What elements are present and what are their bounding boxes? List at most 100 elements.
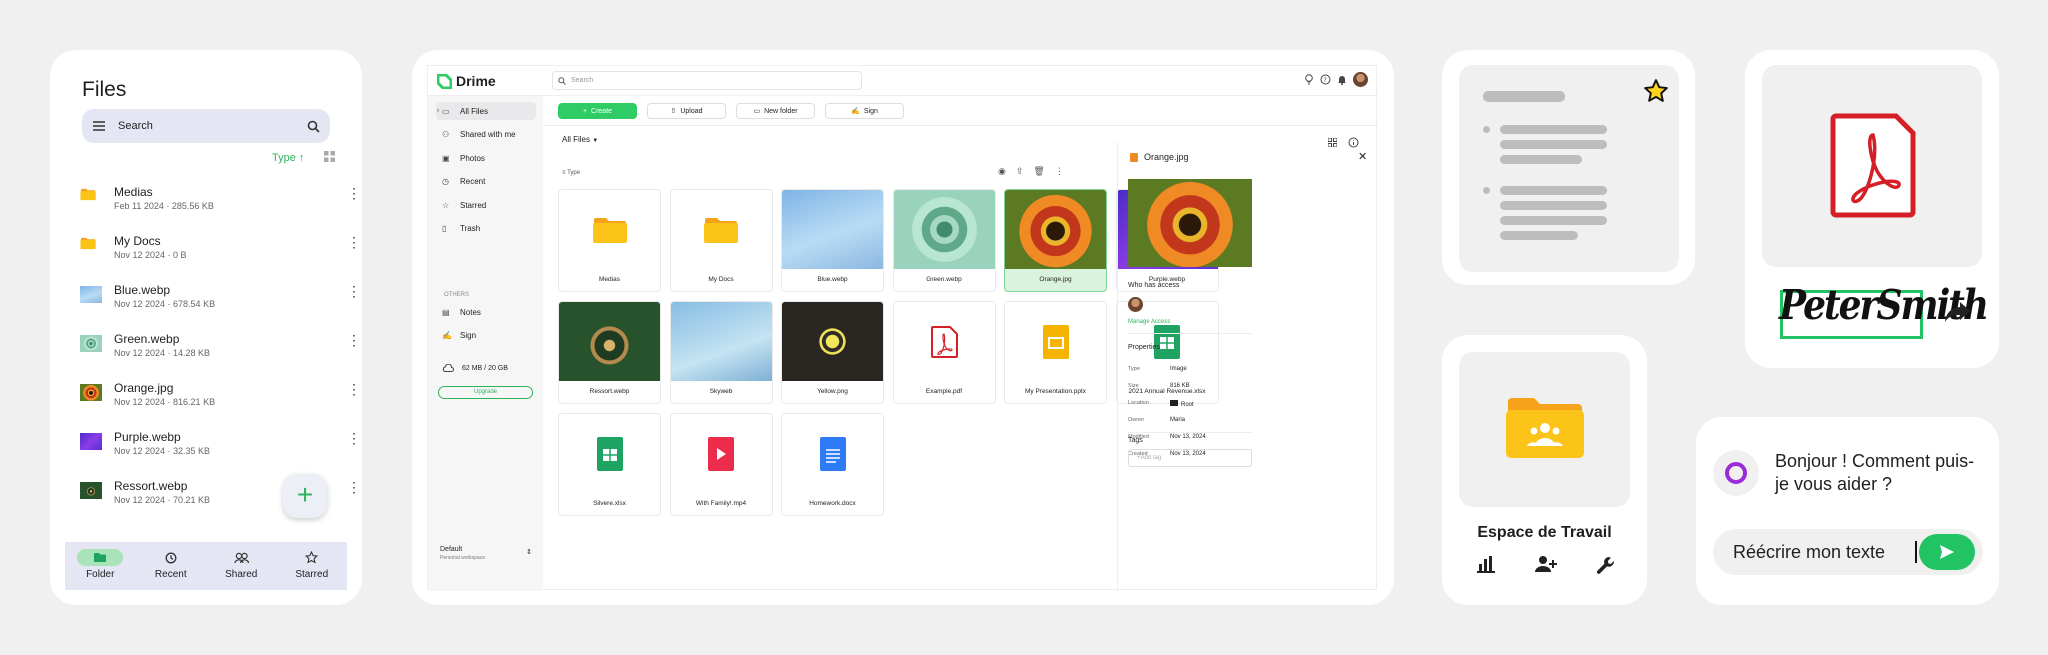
property-key: Location (1128, 400, 1149, 406)
tile-label: Skyweb (709, 388, 733, 395)
forward-arrow-icon[interactable] (1944, 300, 1972, 324)
signature-card: PeterSmith (1745, 50, 1999, 368)
list-item[interactable]: Green.webp Nov 12 2024 · 14.28 KB ⋮ (80, 327, 361, 367)
tag-input[interactable]: +Add tag (1128, 449, 1252, 467)
new-folder-button[interactable]: ▭ New folder (736, 103, 815, 119)
search-icon[interactable] (307, 120, 320, 133)
more-icon[interactable]: ⋮ (347, 431, 361, 445)
file-tile[interactable]: Example.pdf (892, 301, 996, 404)
file-tile[interactable]: Silvere.xlsx (558, 413, 661, 516)
star-icon[interactable] (1643, 78, 1669, 104)
nav-shared[interactable]: Shared (206, 542, 277, 590)
file-tile[interactable]: Homework.docx (781, 413, 884, 516)
file-meta: Nov 12 2024 · 14.28 KB (114, 348, 211, 358)
lightbulb-icon[interactable] (1304, 74, 1314, 85)
chat-input-text[interactable]: Réécrire mon texte (1733, 542, 1885, 563)
manage-access-link[interactable]: Manage Access (1128, 319, 1170, 325)
document-card (1442, 50, 1695, 285)
search-input[interactable]: Search (118, 120, 307, 132)
file-tile[interactable]: Yellow.png (781, 301, 884, 404)
eye-icon[interactable]: ◉ (998, 166, 1006, 177)
upload-label: Upload (680, 107, 703, 115)
trash-icon: ▯ (442, 224, 447, 233)
sign-button[interactable]: ✍ Sign (825, 103, 904, 119)
assistant-icon (1713, 450, 1759, 496)
sidebar-item-starred[interactable]: ☆ Starred (436, 196, 536, 214)
add-button[interactable]: + (283, 474, 327, 518)
file-tile[interactable]: Skyweb (669, 301, 773, 404)
chart-icon[interactable] (1476, 555, 1496, 573)
add-user-icon[interactable] (1534, 555, 1558, 573)
sidebar-item-shared-with-me[interactable]: ⚇ Shared with me (436, 126, 536, 144)
menu-icon[interactable] (92, 120, 106, 132)
more-icon[interactable]: ⋮ (347, 382, 361, 396)
avatar[interactable] (1353, 72, 1368, 87)
sidebar-item-label: All Files (460, 106, 489, 116)
nav-starred[interactable]: Starred (277, 542, 348, 590)
chat-input[interactable]: Réécrire mon texte (1713, 529, 1983, 575)
more-icon[interactable]: ⋮ (347, 480, 361, 494)
property-value: Nov 13, 2024 (1170, 434, 1206, 440)
file-tile[interactable]: Green.webp (892, 189, 996, 292)
upgrade-button[interactable]: Upgrade (438, 386, 533, 399)
sort-control[interactable]: ≡ Type (562, 170, 580, 176)
close-icon[interactable]: ✕ (1358, 150, 1367, 163)
breadcrumb[interactable]: All Files ▼ (562, 135, 598, 144)
bullet (1483, 126, 1490, 133)
folder-icon (704, 217, 738, 243)
star-icon: ☆ (442, 200, 450, 210)
help-icon[interactable]: ? (1320, 74, 1331, 85)
clock-icon (136, 549, 207, 566)
file-tile[interactable]: Ressort.webp (558, 301, 661, 404)
send-button[interactable] (1919, 534, 1975, 570)
file-tile[interactable]: My Presentation.pptx (1004, 301, 1107, 404)
wrench-icon[interactable] (1596, 555, 1616, 575)
grid-view-icon[interactable] (324, 151, 335, 162)
text-line (1500, 155, 1582, 164)
sidebar-item-recent[interactable]: ◷ Recent (436, 173, 536, 191)
divider (1128, 333, 1252, 334)
breadcrumb-label: All Files (562, 135, 591, 144)
file-tile[interactable]: Medias (558, 189, 661, 292)
search-bar[interactable]: Search (82, 109, 330, 143)
storage-quota: 62 MB / 20 GB (442, 364, 508, 372)
nav-recent[interactable]: Recent (136, 542, 207, 590)
bell-icon[interactable] (1337, 74, 1347, 85)
file-tile[interactable]: With Family!.mp4 (669, 413, 773, 516)
share-icon[interactable]: ⇪ (1016, 166, 1024, 177)
more-icon[interactable]: ⋮ (347, 186, 361, 200)
sort-button[interactable]: Type ↑ (272, 152, 304, 164)
nav-folder[interactable]: Folder (65, 542, 136, 590)
list-item[interactable]: My Docs Nov 12 2024 · 0 B ⋮ (80, 229, 361, 269)
sidebar-item-all-files[interactable]: › ▭ All Files (436, 102, 536, 120)
workspace-switcher[interactable]: Default Personal workspace ⇕ (440, 546, 532, 561)
more-icon[interactable]: ⋮ (1055, 166, 1064, 177)
more-icon[interactable]: ⋮ (347, 235, 361, 249)
sidebar-item-photos[interactable]: ▣ Photos (436, 149, 536, 167)
list-item[interactable]: Purple.webp Nov 12 2024 · 32.35 KB ⋮ (80, 425, 361, 465)
list-item[interactable]: Blue.webp Nov 12 2024 · 678.54 KB ⋮ (80, 278, 361, 318)
more-icon[interactable]: ⋮ (347, 333, 361, 347)
tile-thumbnail (1005, 190, 1106, 269)
sidebar-item-notes[interactable]: ▤ Notes (436, 303, 536, 321)
sidebar-item-sign[interactable]: ✍ Sign (436, 327, 536, 345)
list-item[interactable]: Orange.jpg Nov 12 2024 · 816.21 KB ⋮ (80, 376, 361, 416)
tile-thumbnail (1005, 302, 1106, 381)
file-tile[interactable]: Blue.webp (781, 189, 884, 292)
trash-icon[interactable]: 🗑 (1033, 166, 1044, 177)
pdf-icon (931, 325, 958, 358)
more-icon[interactable]: ⋮ (347, 284, 361, 298)
file-tile[interactable]: My Docs (669, 189, 773, 292)
sidebar-item-trash[interactable]: ▯ Trash (436, 220, 536, 238)
create-label: Create (591, 107, 613, 115)
search-input[interactable]: Search (552, 71, 862, 90)
plus-icon: + (582, 107, 588, 115)
sidebar-item-label: Sign (460, 331, 477, 340)
create-button[interactable]: + Create (558, 103, 637, 119)
list-item[interactable]: Medias Feb 11 2024 · 285.56 KB ⋮ (80, 180, 361, 220)
file-tile[interactable]: Orange.jpg (1004, 189, 1107, 292)
text-line (1500, 125, 1607, 134)
doc-title-bar (1483, 91, 1565, 102)
upload-button[interactable]: ⇧ Upload (647, 103, 726, 119)
note-icon: ▤ (442, 307, 450, 317)
